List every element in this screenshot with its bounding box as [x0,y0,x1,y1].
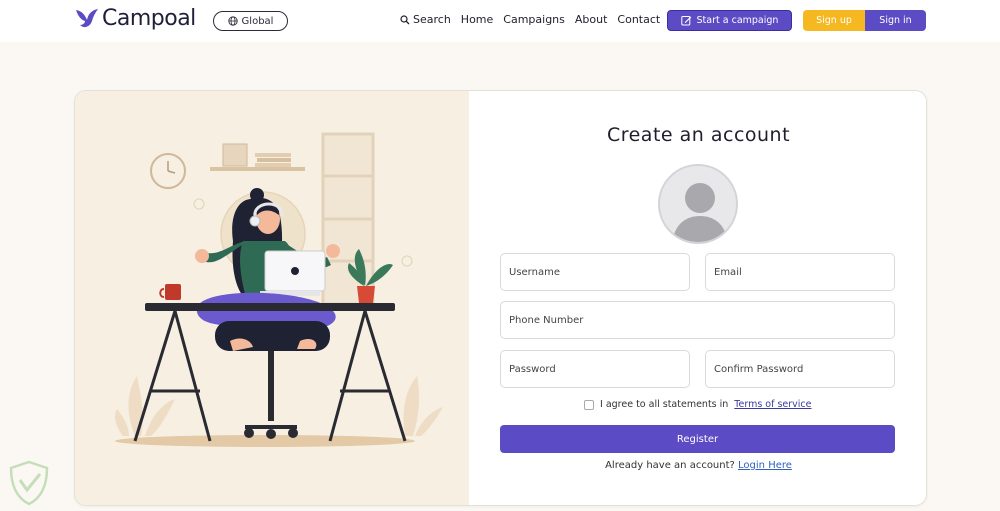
password-field[interactable]: Password [500,350,690,388]
top-header: Campoal Global Search Home Campaigns Abo… [0,0,1000,42]
password-placeholder: Password [509,363,556,375]
globe-icon [227,16,238,26]
start-campaign-button[interactable]: Start a campaign [667,10,792,31]
bird-logo-icon [76,8,98,27]
login-prompt: Already have an account? Login Here [469,460,926,471]
nav-home-label: Home [460,13,494,26]
shield-watermark-icon [9,460,49,506]
global-label: Global [241,15,274,27]
avatar-upload[interactable] [658,164,738,244]
terms-agreement: I agree to all statements in Terms of se… [584,399,812,410]
start-campaign-label: Start a campaign [696,15,779,26]
phone-placeholder: Phone Number [509,314,584,326]
username-field[interactable]: Username [500,253,690,291]
workspace-illustration [75,91,469,505]
register-form: Create an account Username Email Phone N… [469,91,926,505]
already-text: Already have an account? [605,460,735,471]
agree-text: I agree to all statements in [600,399,729,410]
confirm-password-field[interactable]: Confirm Password [705,350,895,388]
nav-campaigns[interactable]: Campaigns [503,13,565,26]
main-nav: Search Home Campaigns About Contact [400,13,660,26]
edit-icon [680,16,691,26]
brand-name: Campoal [102,6,196,31]
terms-link[interactable]: Terms of service [734,399,811,410]
email-placeholder: Email [714,266,742,278]
nav-contact-label: Contact [617,13,661,26]
meditating-woman-illustration [115,132,443,447]
global-button[interactable]: Global [213,11,288,31]
auth-buttons: Sign up Sign in [803,10,926,31]
nav-contact[interactable]: Contact [617,13,660,26]
phone-field[interactable]: Phone Number [500,301,895,339]
brand-logo[interactable]: Campoal [74,6,196,31]
register-button[interactable]: Register [500,425,895,453]
confirm-password-placeholder: Confirm Password [714,363,804,375]
search-icon [400,14,410,24]
user-avatar-icon [672,183,728,242]
nav-about-label: About [574,13,608,26]
register-card: Create an account Username Email Phone N… [74,90,927,506]
username-placeholder: Username [509,266,560,278]
nav-campaigns-label: Campaigns [503,13,565,26]
sign-in-button[interactable]: Sign in [865,10,926,31]
sign-up-button[interactable]: Sign up [803,10,865,31]
nav-search[interactable]: Search [400,13,451,26]
form-title: Create an account [606,124,791,146]
login-link[interactable]: Login Here [738,460,792,471]
email-field[interactable]: Email [705,253,895,291]
nav-about[interactable]: About [575,13,608,26]
terms-checkbox[interactable] [584,399,594,410]
nav-home[interactable]: Home [461,13,493,26]
nav-search-label: Search [413,13,451,26]
